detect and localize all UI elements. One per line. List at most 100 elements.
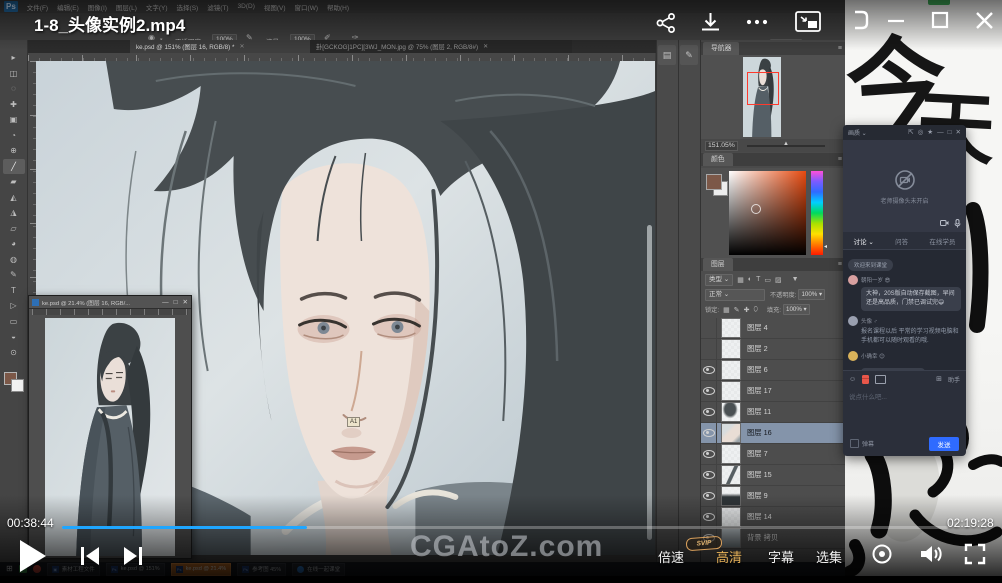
teacher-camera-area: 老师摄像头未开启 (843, 140, 966, 232)
brush-panel-icon: ✎ (680, 45, 698, 65)
ps-menu-item: 编辑(E) (57, 2, 79, 12)
filter-type-icon: T (756, 276, 760, 283)
marquee-tool-icon: ◫ (3, 66, 25, 82)
ps-menu-item: 窗口(W) (295, 2, 318, 12)
maximize-icon[interactable] (928, 8, 952, 32)
camera-off-icon (893, 168, 917, 192)
layers-filter-row: 类型 ⌄ ▦ ◐ T ▭ ▨ ▼ (701, 273, 846, 286)
record-icon: ◎ (918, 129, 924, 137)
speed-button[interactable]: 倍速 (658, 547, 684, 566)
layer-row-selected: 图层 16 (701, 423, 846, 444)
more-icon[interactable] (745, 18, 769, 26)
gradient-tool-icon: ▱ (3, 221, 25, 237)
download-icon[interactable] (698, 10, 723, 35)
visibility-toggle (701, 339, 717, 359)
mic-icon (954, 219, 961, 228)
filter-shape-icon: ▭ (764, 276, 771, 284)
class-chat-window: 画质 ⌄ ⇱ ◎ ★ — □ ✕ 老师摄像头未开启 讨论 ⌄ 问答 (843, 125, 966, 456)
lock-transparent-icon: ▦ (723, 306, 730, 314)
navigator-view-rect (747, 72, 779, 105)
next-episode-button[interactable] (121, 544, 145, 568)
document-icon (32, 299, 39, 306)
color-saturation-square (729, 171, 806, 255)
opacity-value: 100% ▾ (798, 289, 825, 300)
opacity-label: 不透明度: (770, 290, 796, 299)
emoji-icon: ☺ (849, 375, 856, 384)
layer-thumbnail (721, 402, 741, 422)
layer-thumbnail (721, 486, 741, 506)
status-pill (928, 0, 950, 5)
background-color-swatch (11, 379, 24, 392)
layers-lock-row: 锁定: ▦ ✎ ✚ ⬯ 填充: 100% ▾ (701, 303, 846, 316)
settings-icon[interactable] (870, 542, 894, 566)
layer-row: 图层 9 (701, 486, 846, 507)
layers-panel-body: 类型 ⌄ ▦ ◐ T ▭ ▨ ▼ 正常 ⌄ 不透明度: 100% ▾ 锁定: ▦… (701, 271, 846, 583)
filter-pixel-icon: ▦ (737, 276, 744, 284)
minimize-icon[interactable] (884, 8, 908, 32)
path-select-tool-icon: ▷ (3, 298, 25, 314)
fullscreen-icon[interactable] (963, 542, 987, 566)
portrait-full-art (45, 318, 175, 556)
previous-episode-button[interactable] (78, 544, 102, 568)
layer-row: 图层 4 (701, 318, 846, 339)
eye-icon (703, 450, 715, 458)
foreground-color-swatch (706, 174, 722, 190)
type-tool-icon: T (3, 283, 25, 299)
layer-thumbnail (721, 381, 741, 401)
eraser-tool-icon: ◮ (3, 205, 25, 221)
fill-value: 100% ▾ (783, 304, 810, 315)
pip-icon[interactable] (793, 8, 823, 35)
close-icon: ✕ (956, 129, 961, 137)
camera-icon (940, 219, 949, 227)
doc-tab-active: ke.psd @ 151% (图层 16, RGB/8) *✕ (130, 40, 322, 53)
shape-tool-icon: ▭ (3, 314, 25, 330)
hue-strip (811, 171, 823, 255)
progress-bar[interactable] (62, 526, 948, 529)
floating-window-title: ke.psd @ 21.4% (图层 16, RGB/... (42, 298, 157, 307)
layers-list: 图层 4 图层 2 图层 6 图层 17 图层 11 图层 16 图层 7 图层… (701, 318, 846, 583)
system-notice: 欢迎来到课堂 (848, 259, 893, 271)
assistant-label: 助手 (948, 375, 960, 384)
share-icon[interactable] (655, 12, 677, 34)
filter-smart-icon: ▨ (775, 276, 782, 284)
grid-icon: ⊞ (936, 375, 942, 384)
letterbox-strip (0, 576, 1002, 583)
quality-button[interactable]: 高清 (716, 547, 742, 566)
layer-row: 图层 17 (701, 381, 846, 402)
ps-toolbar: ▸◫◌✚▣◔⊕╱▰◭◮▱◕◍✎T▷▭◒⊙ (0, 40, 28, 583)
share-icon: ⇱ (908, 129, 913, 137)
ps-menu-item: 文字(Y) (146, 2, 168, 12)
close-icon[interactable] (971, 7, 998, 34)
visibility-toggle (701, 444, 717, 464)
subtitle-button[interactable]: 字幕 (768, 547, 794, 566)
miniplayer-icon[interactable] (847, 8, 871, 32)
ruler-horizontal (32, 309, 188, 315)
episodes-button[interactable]: 选集 (816, 547, 842, 566)
layer-row: 背景 拷贝 (701, 528, 846, 549)
ps-menu-item: 3D(D) (238, 3, 255, 10)
folder-icon: ▣ (52, 566, 59, 573)
photoshop-screen-recording: Ps 文件(F) 编辑(E) 图像(I) 图层(L) 文字(Y) 选择(S) 滤… (0, 0, 845, 583)
eye-icon (703, 366, 715, 374)
minimize-icon: — (162, 299, 169, 306)
color-picker-marker (751, 204, 761, 214)
clone-stamp-tool-icon: ▰ (3, 174, 25, 190)
volume-icon[interactable] (918, 542, 944, 566)
layer-thumbnail (721, 318, 741, 338)
chat-input-toolbar: ☺ ⊞ 助手 (843, 370, 966, 387)
ps-menu-item: 视图(V) (264, 2, 286, 12)
brush-tool-icon: ╱ (3, 159, 25, 175)
layer-row: 图层 14 (701, 507, 846, 528)
visibility-toggle (701, 486, 717, 506)
play-button[interactable] (20, 540, 46, 572)
filter-type-select: 类型 ⌄ (705, 274, 733, 286)
panel-menu-icon: ≡ (838, 156, 842, 163)
layer-thumbnail (721, 444, 741, 464)
color-panel-header: 颜色 ≡ (701, 153, 846, 166)
layer-thumbnail (721, 360, 741, 380)
chat-message: 朝阳一岁 😎 大神，20S版自动保存截图，早间还是高品质，门禁已调试完😄 (848, 275, 961, 311)
chat-titlebar: 画质 ⌄ ⇱ ◎ ★ — □ ✕ (843, 125, 966, 140)
visibility-toggle (701, 465, 717, 485)
navigator-footer: 151.05% ▲ (701, 139, 846, 152)
pen-tool-icon: ✎ (3, 267, 25, 283)
